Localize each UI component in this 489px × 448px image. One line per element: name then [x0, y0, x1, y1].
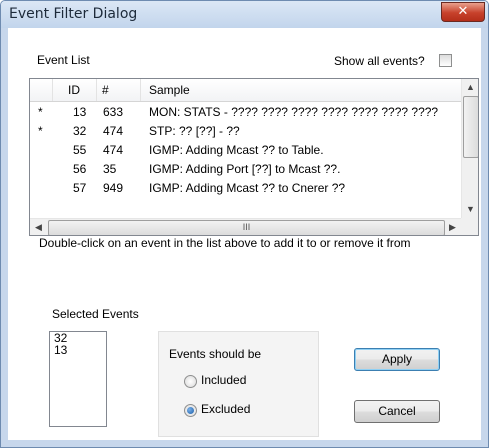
radio-selected-dot — [187, 407, 194, 414]
excluded-label[interactable]: Excluded — [201, 402, 250, 416]
scroll-corner — [461, 218, 478, 235]
list-item[interactable]: 13 — [50, 344, 106, 356]
row-sample: IGMP: Adding Mcast ?? to Table. — [149, 143, 324, 157]
table-row[interactable]: * 32 474 STP: ?? [??] - ?? — [30, 121, 461, 140]
dialog-title: Event Filter Dialog — [9, 6, 138, 22]
apply-button[interactable]: Apply — [354, 348, 440, 371]
row-count: 35 — [103, 162, 117, 176]
row-mark: * — [38, 105, 43, 119]
row-sample: IGMP: Adding Port [??] to Mcast ??. — [149, 162, 341, 176]
scroll-right-icon[interactable]: ▶ — [449, 222, 456, 233]
selected-events-label: Selected Events — [52, 307, 139, 321]
close-icon: ✕ — [457, 4, 469, 19]
row-id: 13 — [73, 105, 87, 119]
event-list-rows: * 13 633 MON: STATS - ???? ???? ???? ???… — [30, 102, 461, 218]
table-row[interactable]: * 13 633 MON: STATS - ???? ???? ???? ???… — [30, 102, 461, 121]
column-separator[interactable] — [140, 79, 141, 101]
included-label[interactable]: Included — [201, 373, 246, 387]
vertical-scroll-thumb[interactable] — [463, 96, 478, 158]
event-filter-dialog: Event Filter Dialog ✕ Event List Show al… — [0, 0, 489, 448]
table-row[interactable]: 57 949 IGMP: Adding Mcast ?? to Cnerer ?… — [30, 178, 461, 197]
row-id: 57 — [73, 181, 87, 195]
column-header-sample[interactable]: Sample — [149, 83, 190, 97]
show-all-events-checkbox[interactable] — [439, 54, 452, 67]
row-sample: MON: STATS - ???? ???? ???? ???? ???? ??… — [149, 105, 439, 119]
column-header-id[interactable]: ID — [68, 83, 80, 97]
cancel-button[interactable]: Cancel — [354, 400, 440, 423]
column-header-count[interactable]: # — [102, 83, 109, 97]
events-mode-group: Events should be Included Excluded — [158, 331, 319, 437]
row-id: 32 — [73, 124, 87, 138]
row-id: 55 — [73, 143, 87, 157]
selected-events-list[interactable]: 32 13 — [49, 331, 107, 427]
row-count: 633 — [103, 105, 124, 119]
dialog-client-area: Event List Show all events? ID # Sample … — [8, 28, 481, 440]
column-separator[interactable] — [96, 79, 97, 101]
close-button[interactable]: ✕ — [441, 2, 485, 22]
instruction-text: Double-click on an event in the list abo… — [39, 236, 411, 250]
events-mode-label: Events should be — [169, 347, 262, 361]
vertical-scrollbar[interactable]: ▲ ▼ — [461, 79, 478, 218]
row-mark: * — [38, 124, 43, 138]
show-all-events-label: Show all events? — [334, 54, 425, 68]
table-row[interactable]: 56 35 IGMP: Adding Port [??] to Mcast ??… — [30, 159, 461, 178]
table-row[interactable]: 55 474 IGMP: Adding Mcast ?? to Table. — [30, 140, 461, 159]
event-list-header: ID # Sample — [30, 79, 461, 102]
event-list-label: Event List — [37, 53, 90, 67]
row-count: 474 — [103, 124, 124, 138]
horizontal-scroll-thumb[interactable]: III — [48, 220, 445, 235]
scroll-up-icon[interactable]: ▲ — [466, 82, 475, 92]
horizontal-scrollbar[interactable]: ◀ III ▶ — [30, 218, 461, 235]
row-sample: STP: ?? [??] - ?? — [149, 124, 240, 138]
column-separator[interactable] — [52, 79, 53, 101]
included-radio[interactable] — [184, 375, 197, 388]
event-list[interactable]: ID # Sample * 13 633 MON: STATS - ???? ?… — [29, 78, 479, 236]
scroll-down-icon[interactable]: ▼ — [466, 204, 475, 214]
title-bar[interactable]: Event Filter Dialog ✕ — [1, 1, 488, 28]
row-count: 474 — [103, 143, 124, 157]
row-id: 56 — [73, 162, 87, 176]
excluded-radio[interactable] — [184, 404, 197, 417]
scroll-left-icon[interactable]: ◀ — [35, 222, 42, 233]
row-sample: IGMP: Adding Mcast ?? to Cnerer ?? — [149, 181, 346, 195]
row-count: 949 — [103, 181, 124, 195]
